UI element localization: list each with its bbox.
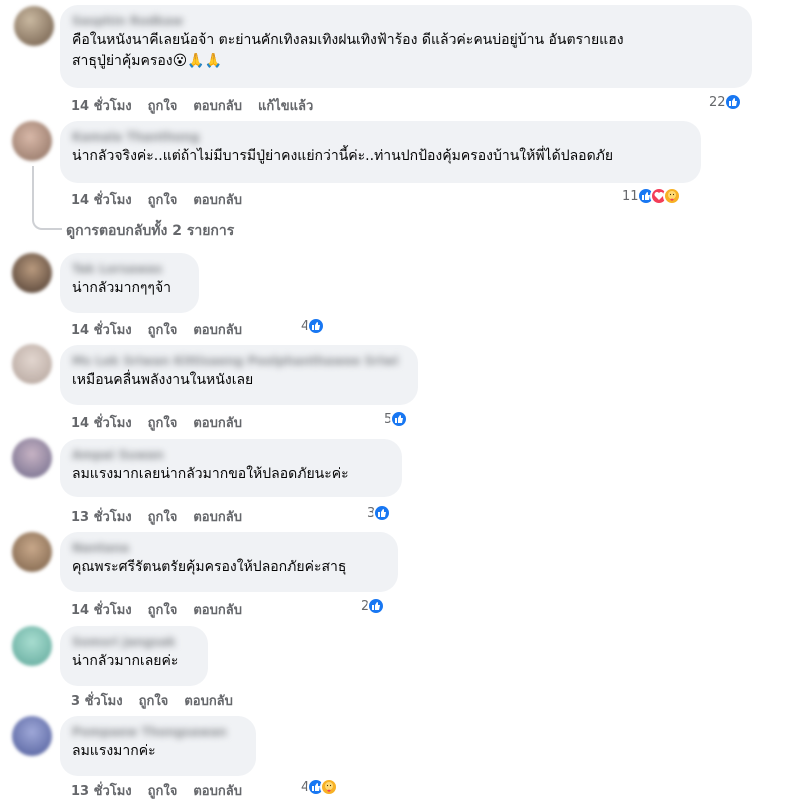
avatar[interactable] xyxy=(12,253,52,293)
like-icon xyxy=(307,317,326,335)
comment-actions: 13 ชั่วโมง ถูกใจ ตอบกลับ xyxy=(71,506,258,527)
reply-button[interactable]: ตอบกลับ xyxy=(184,694,233,709)
like-button[interactable]: ถูกใจ xyxy=(148,416,178,431)
reaction-summary[interactable]: 2 xyxy=(361,597,386,615)
comment-text: น่ากลัวมากเลยค่ะ xyxy=(72,653,179,669)
comment-time[interactable]: 3 ชั่วโมง xyxy=(71,694,123,709)
comment-author[interactable]: Nantana xyxy=(72,540,386,557)
reply-button[interactable]: ตอบกลับ xyxy=(193,416,242,431)
comment-author[interactable]: Sasphin Rodkaw xyxy=(72,13,740,30)
like-button[interactable]: ถูกใจ xyxy=(139,694,169,709)
comment-author[interactable]: Ms Lek Sriwan Kittisaeng Poolphanthawee … xyxy=(72,353,406,370)
reaction-summary[interactable]: 22 xyxy=(709,93,742,111)
comment-text: ลมแรงมากเลยน่ากลัวมากขอให้ปลอดภัยนะค่ะ xyxy=(72,466,349,482)
comment-time[interactable]: 14 ชั่วโมง xyxy=(71,323,132,338)
reaction-summary[interactable]: 5 xyxy=(384,410,409,428)
like-icon xyxy=(367,597,386,615)
comment-author[interactable]: Kamala Thanthong xyxy=(72,129,689,146)
comment-text: คือในหนังนาคีเลยน้อจ้า ตะย่านคักเทิงลมเท… xyxy=(72,32,624,69)
reaction-summary[interactable]: 4 xyxy=(301,317,326,335)
like-icon xyxy=(373,504,392,522)
care-icon xyxy=(320,778,339,796)
care-icon xyxy=(662,187,681,205)
comment-time[interactable]: 14 ชั่วโมง xyxy=(71,193,132,208)
comment-bubble: Somsri Jangsak น่ากลัวมากเลยค่ะ xyxy=(60,626,208,686)
comment-time[interactable]: 14 ชั่วโมง xyxy=(71,416,132,431)
comment-actions: 14 ชั่วโมง ถูกใจ ตอบกลับ xyxy=(71,599,258,620)
reaction-summary[interactable]: 11 xyxy=(622,187,681,205)
comment-time[interactable]: 13 ชั่วโมง xyxy=(71,784,132,799)
view-replies-link[interactable]: ดูการตอบกลับทั้ง 2 รายการ xyxy=(66,220,234,242)
like-button[interactable]: ถูกใจ xyxy=(148,193,178,208)
avatar[interactable] xyxy=(12,716,52,756)
comment-actions: 14 ชั่วโมง ถูกใจ ตอบกลับ xyxy=(71,319,258,340)
comment-actions: 14 ชั่วโมง ถูกใจ ตอบกลับ xyxy=(71,189,258,210)
reaction-summary[interactable]: 3 xyxy=(367,504,392,522)
like-button[interactable]: ถูกใจ xyxy=(148,784,178,799)
avatar[interactable] xyxy=(12,438,52,478)
avatar[interactable] xyxy=(12,626,52,666)
comment-author[interactable]: Ampai Suwan xyxy=(72,447,390,464)
like-button[interactable]: ถูกใจ xyxy=(148,510,178,525)
comment-author[interactable]: Somsri Jangsak xyxy=(72,634,196,651)
reply-button[interactable]: ตอบกลับ xyxy=(193,784,242,799)
comment-text: เหมือนคลื่นพลังงานในหนังเลย xyxy=(72,372,254,388)
reaction-summary[interactable]: 4 xyxy=(301,778,339,796)
comment-bubble: Ampai Suwan ลมแรงมากเลยน่ากลัวมากขอให้ปล… xyxy=(60,439,402,497)
comment-bubble: Tak Lorsawas น่ากลัวมากๆๆจ้า xyxy=(60,253,199,313)
reply-button[interactable]: ตอบกลับ xyxy=(193,323,242,338)
comment-time[interactable]: 14 ชั่วโมง xyxy=(71,99,132,114)
comment-actions: 14 ชั่วโมง ถูกใจ ตอบกลับ แก้ไขแล้ว xyxy=(71,95,329,116)
avatar[interactable] xyxy=(12,121,52,161)
comment-text: น่ากลัวจริงค่ะ..แต่ถ้าไม่มีบารมีปู่ย่าคง… xyxy=(72,148,614,164)
comment-bubble: Kamala Thanthong น่ากลัวจริงค่ะ..แต่ถ้าไ… xyxy=(60,121,701,183)
like-button[interactable]: ถูกใจ xyxy=(148,323,178,338)
comment-author[interactable]: Pompaew Thongsawan xyxy=(72,724,244,741)
avatar[interactable] xyxy=(12,532,52,572)
comment-actions: 14 ชั่วโมง ถูกใจ ตอบกลับ xyxy=(71,412,258,433)
reply-button[interactable]: ตอบกลับ xyxy=(193,99,242,114)
comment-bubble: Sasphin Rodkaw คือในหนังนาคีเลยน้อจ้า ตะ… xyxy=(60,5,752,88)
like-icon xyxy=(390,410,409,428)
comment-time[interactable]: 13 ชั่วโมง xyxy=(71,510,132,525)
avatar[interactable] xyxy=(12,344,52,384)
comment-actions: 13 ชั่วโมง ถูกใจ ตอบกลับ xyxy=(71,780,258,801)
comment-author[interactable]: Tak Lorsawas xyxy=(72,261,187,278)
edited-label: แก้ไขแล้ว xyxy=(257,99,314,114)
comment-text: คุณพระศรีรัตนตรัยคุ้มครองให้ปลอกภัยค่ะสา… xyxy=(72,559,347,575)
comment-actions: 3 ชั่วโมง ถูกใจ ตอบกลับ xyxy=(71,690,249,711)
comment-bubble: Ms Lek Sriwan Kittisaeng Poolphanthawee … xyxy=(60,345,418,405)
comment-bubble: Pompaew Thongsawan ลมแรงมากค่ะ xyxy=(60,716,256,776)
thread-line xyxy=(32,166,62,230)
reply-button[interactable]: ตอบกลับ xyxy=(193,193,242,208)
like-button[interactable]: ถูกใจ xyxy=(148,99,178,114)
comment-text: น่ากลัวมากๆๆจ้า xyxy=(72,280,172,296)
avatar[interactable] xyxy=(14,6,54,46)
comment-time[interactable]: 14 ชั่วโมง xyxy=(71,603,132,618)
reply-button[interactable]: ตอบกลับ xyxy=(193,510,242,525)
reply-button[interactable]: ตอบกลับ xyxy=(193,603,242,618)
comment-text: ลมแรงมากค่ะ xyxy=(72,743,156,759)
like-icon xyxy=(723,93,742,111)
comment-bubble: Nantana คุณพระศรีรัตนตรัยคุ้มครองให้ปลอก… xyxy=(60,532,398,592)
like-button[interactable]: ถูกใจ xyxy=(148,603,178,618)
